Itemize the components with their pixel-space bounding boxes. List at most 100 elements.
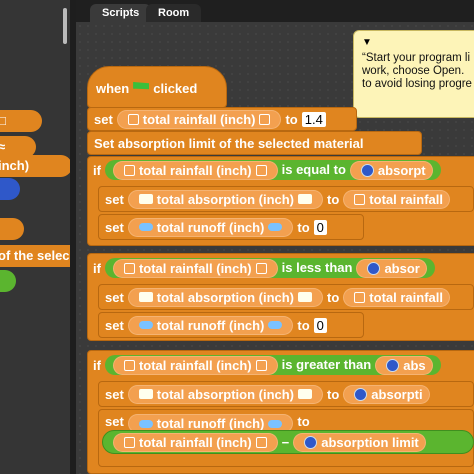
palette-block-1[interactable]: □ — [0, 110, 42, 132]
water-icon — [268, 321, 283, 329]
var-checkbox-icon — [259, 113, 271, 125]
var-total-absorption[interactable]: total absorption (inch) — [127, 384, 324, 404]
var-total-rainfall[interactable]: total rainfall — [343, 189, 450, 209]
palette-block-4[interactable] — [0, 178, 20, 200]
less-than-predicate[interactable]: total rainfall (inch) is less than absor — [104, 258, 435, 278]
hat-suffix: clicked — [153, 81, 198, 96]
green-flag-icon — [133, 82, 150, 90]
sensor-ball-icon — [360, 163, 374, 177]
set-absorption-block-3[interactable]: set total absorption (inch) to absorpti — [98, 381, 474, 407]
var-label: total rainfall — [369, 289, 443, 305]
when-flag-clicked-block[interactable]: when clicked — [87, 66, 227, 108]
to-keyword: to — [327, 289, 340, 305]
reporter-label: absorpt — [377, 162, 426, 178]
palette-block-7[interactable] — [0, 270, 16, 292]
var-total-absorption[interactable]: total absorption (inch) — [127, 287, 324, 307]
to-keyword: to — [327, 386, 340, 402]
var-label: total rainfall (inch) — [138, 357, 252, 373]
to-keyword: to — [327, 191, 340, 207]
var-label: total rainfall (inch) — [138, 162, 252, 178]
minus-operator-block[interactable]: total rainfall (inch) − absorption limit — [102, 430, 474, 454]
var-label: total absorption (inch) — [156, 191, 295, 207]
var-total-runoff[interactable]: total runoff (inch) — [127, 217, 294, 237]
operator-label: is greater than — [281, 357, 372, 372]
set-keyword: set — [105, 219, 124, 235]
hat-label: when — [96, 81, 130, 96]
sensor-ball-icon — [386, 358, 400, 372]
absorption-reporter[interactable]: absor — [356, 258, 427, 278]
var-total-runoff[interactable]: total runoff (inch) — [127, 315, 294, 335]
block-palette[interactable]: □ ≈ inch) of the selec — [0, 0, 70, 474]
chart-icon — [298, 292, 313, 302]
chart-icon — [138, 389, 153, 399]
var-total-rainfall[interactable]: total rainfall (inch) — [112, 160, 278, 180]
rainfall-value-input[interactable]: 1.4 — [301, 111, 326, 127]
sensor-ball-icon — [354, 387, 368, 401]
absorption-reporter[interactable]: absorption limit — [293, 432, 426, 452]
var-checkbox-icon — [255, 359, 267, 371]
absorption-reporter[interactable]: absorpt — [349, 160, 433, 180]
set-keyword: set — [94, 111, 113, 127]
comment-note[interactable]: ▼ “Start your program li work, choose Op… — [353, 30, 474, 118]
palette-item-6: of the selec — [0, 248, 70, 263]
var-total-rainfall[interactable]: total rainfall (inch) — [116, 109, 282, 129]
var-label: total rainfall (inch) — [142, 111, 256, 127]
note-line-2: work, choose Open. — [362, 65, 465, 77]
to-keyword: to — [297, 414, 310, 429]
var-total-rainfall[interactable]: total rainfall — [343, 287, 450, 307]
greater-than-predicate[interactable]: total rainfall (inch) is greater than ab… — [104, 355, 441, 375]
chart-icon — [298, 194, 313, 204]
absorption-reporter[interactable]: abs — [375, 355, 433, 375]
set-keyword: set — [105, 191, 124, 207]
var-checkbox-icon — [255, 164, 267, 176]
set-keyword: set — [105, 317, 124, 333]
water-icon — [268, 419, 283, 428]
set-rainfall-block[interactable]: set total rainfall (inch) to 1.4 — [87, 107, 357, 131]
set-absorption-limit-block[interactable]: Set absorption limit of the selected mat… — [87, 131, 422, 155]
set-absorption-block-1[interactable]: set total absorption (inch) to total rai… — [98, 186, 474, 212]
if-1-header: if total rainfall (inch) is equal to abs… — [87, 158, 474, 182]
palette-item-3: inch) — [0, 158, 30, 173]
water-icon — [268, 223, 283, 231]
var-label: total rainfall (inch) — [138, 260, 252, 276]
to-keyword: to — [285, 111, 298, 127]
var-total-rainfall[interactable]: total rainfall (inch) — [113, 432, 278, 452]
var-checkbox-icon — [123, 262, 135, 274]
var-total-rainfall[interactable]: total rainfall (inch) — [112, 258, 278, 278]
absorption-reporter[interactable]: absorpti — [343, 384, 430, 404]
equal-predicate[interactable]: total rainfall (inch) is equal to absorp… — [104, 160, 441, 180]
chart-icon — [298, 389, 313, 399]
var-label: total absorption (inch) — [156, 289, 295, 305]
reporter-label: absorpti — [371, 386, 423, 402]
set-runoff-block-2[interactable]: set total runoff (inch) to 0 — [98, 312, 364, 338]
palette-item-1: □ — [0, 113, 6, 128]
if-keyword: if — [93, 162, 101, 178]
if-keyword: if — [93, 357, 101, 373]
collapse-triangle-icon[interactable]: ▼ — [362, 37, 474, 48]
var-checkbox-icon — [124, 436, 135, 448]
set-runoff-block-1[interactable]: set total runoff (inch) to 0 — [98, 214, 364, 240]
var-total-rainfall[interactable]: total rainfall (inch) — [112, 355, 278, 375]
palette-block-3[interactable]: inch) — [0, 155, 70, 177]
var-checkbox-icon — [123, 359, 135, 371]
runoff-value-input[interactable]: 0 — [313, 317, 327, 333]
palette-block-6[interactable]: of the selec — [0, 245, 70, 267]
palette-item-2: ≈ — [0, 139, 6, 154]
operator-label: is equal to — [281, 162, 346, 177]
var-total-absorption[interactable]: total absorption (inch) — [127, 189, 324, 209]
tab-scripts[interactable]: Scripts — [90, 4, 152, 22]
var-checkbox-icon — [127, 113, 139, 125]
sensor-ball-icon — [367, 261, 381, 275]
var-label: total rainfall — [369, 191, 443, 207]
sensor-ball-icon — [304, 435, 318, 449]
var-checkbox-icon — [255, 436, 267, 448]
palette-block-5[interactable] — [0, 218, 24, 240]
tab-room[interactable]: Room — [146, 4, 202, 22]
reporter-label: absor — [384, 260, 420, 276]
runoff-value-input[interactable]: 0 — [313, 219, 327, 235]
var-label: total runoff (inch) — [156, 317, 265, 333]
var-label: total absorption (inch) — [156, 386, 295, 402]
reporter-label: absorption limit — [321, 434, 419, 450]
palette-scrollbar[interactable] — [63, 8, 67, 44]
set-absorption-block-2[interactable]: set total absorption (inch) to total rai… — [98, 284, 474, 310]
